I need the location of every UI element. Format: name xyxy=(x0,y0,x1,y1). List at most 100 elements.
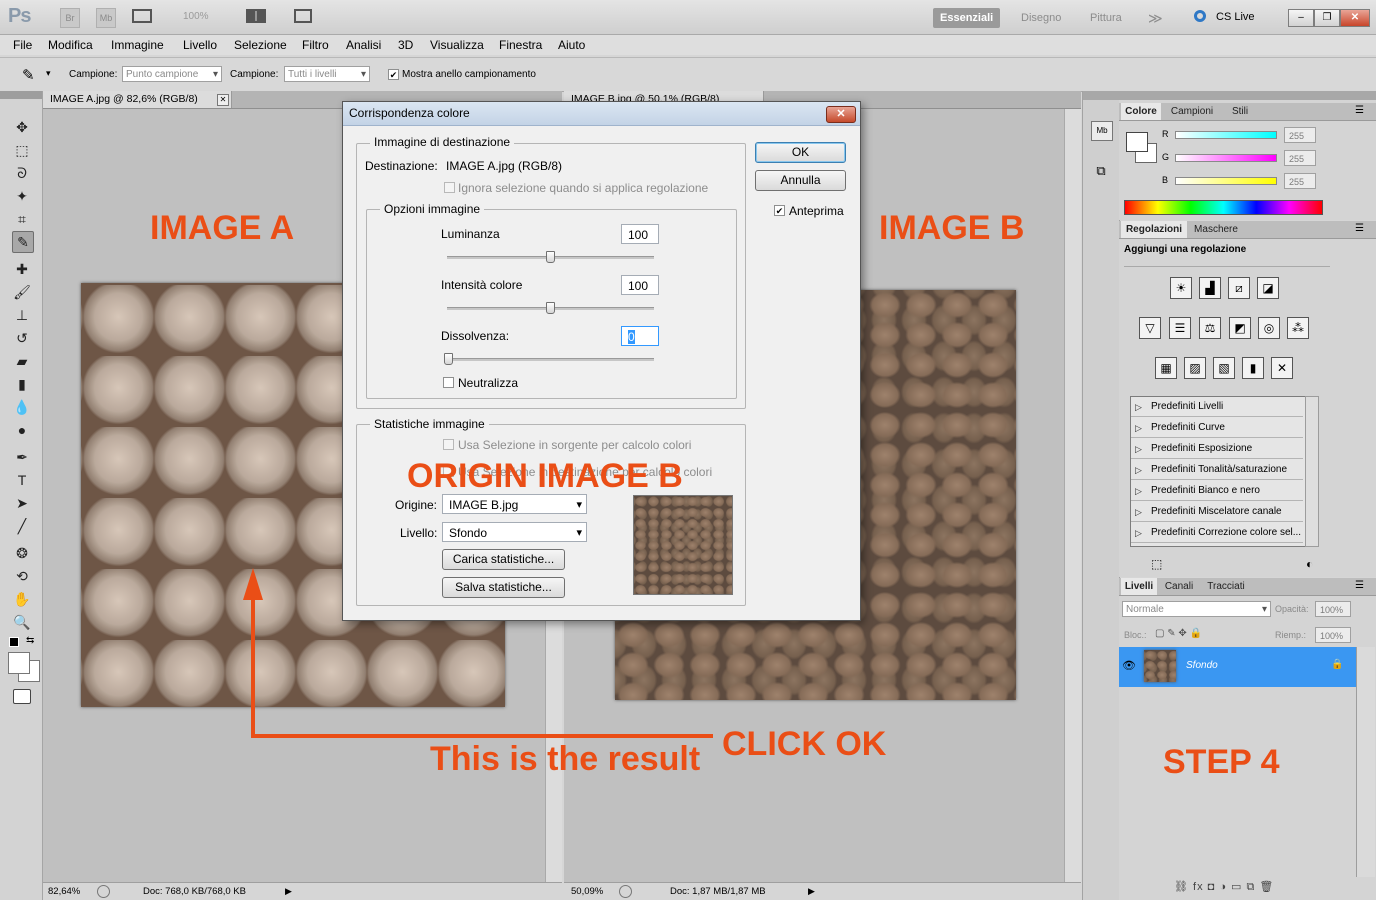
minimize-button[interactable]: – xyxy=(1288,9,1314,27)
preview-checkbox[interactable]: ✔ xyxy=(774,205,785,216)
3d-orbit-tool-icon[interactable]: ⟲ xyxy=(12,566,32,586)
foreground-color-chip[interactable] xyxy=(1126,132,1148,152)
status-info-icon[interactable] xyxy=(97,885,110,898)
eraser-tool-icon[interactable]: ▰ xyxy=(12,351,32,371)
menu-file[interactable]: File xyxy=(13,38,32,52)
quick-mask-icon[interactable] xyxy=(13,689,31,704)
mini-bridge-panel-icon[interactable]: Mb xyxy=(1091,121,1113,141)
curves-icon[interactable]: ⧄ xyxy=(1228,277,1250,299)
clip-icon[interactable]: ◐ xyxy=(1306,557,1313,571)
load-statistics-button[interactable]: Carica statistiche... xyxy=(442,549,565,570)
view-extras-icon[interactable] xyxy=(132,9,152,23)
preset-bianco-nero[interactable]: Predefiniti Bianco e nero xyxy=(1131,481,1303,501)
color-intensity-input[interactable]: 100 xyxy=(621,275,659,295)
menu-visualizza[interactable]: Visualizza xyxy=(430,38,484,52)
exposure-icon[interactable]: ◪ xyxy=(1257,277,1279,299)
hand-tool-icon[interactable]: ✋ xyxy=(12,589,32,609)
layers-scrollbar[interactable] xyxy=(1356,647,1375,877)
fade-slider-thumb[interactable] xyxy=(444,353,453,365)
channel-g-value[interactable]: 255 xyxy=(1284,150,1316,166)
zoom-readout[interactable]: 82,64% xyxy=(48,883,80,900)
dock-header[interactable] xyxy=(1083,91,1119,100)
pen-tool-icon[interactable]: ✒ xyxy=(12,447,32,467)
menu-modifica[interactable]: Modifica xyxy=(48,38,93,52)
ok-button[interactable]: OK xyxy=(755,142,846,163)
menu-3d[interactable]: 3D xyxy=(398,38,413,52)
eyedropper-tool-icon[interactable]: ✎ xyxy=(12,231,34,253)
status-menu-arrow-icon-b[interactable]: ▶ xyxy=(808,883,815,900)
return-to-list-icon[interactable]: ⬚ xyxy=(1151,557,1162,571)
fade-slider[interactable] xyxy=(447,358,654,361)
photo-filter-icon[interactable]: ◎ xyxy=(1258,317,1280,339)
zoom-level[interactable]: 100% xyxy=(183,11,209,22)
menu-livello[interactable]: Livello xyxy=(183,38,217,52)
quick-select-tool-icon[interactable]: ✦ xyxy=(12,186,32,206)
brush-tool-icon[interactable]: 🖌 xyxy=(12,282,32,302)
fill-value[interactable]: 100% xyxy=(1315,627,1351,643)
channel-b-slider[interactable] xyxy=(1175,177,1277,185)
menu-selezione[interactable]: Selezione xyxy=(234,38,287,52)
hue-saturation-icon[interactable]: ☰ xyxy=(1169,317,1191,339)
3d-rotate-tool-icon[interactable]: ❂ xyxy=(12,543,32,563)
vibrance-icon[interactable]: ▽ xyxy=(1139,317,1161,339)
tab-regolazioni[interactable]: Regolazioni xyxy=(1121,221,1187,238)
tab-livelli[interactable]: Livelli xyxy=(1121,578,1157,595)
arrange-documents-icon[interactable] xyxy=(246,9,266,23)
gradient-map-icon[interactable]: ▮ xyxy=(1242,357,1264,379)
panel-menu-icon[interactable]: ☰ xyxy=(1355,105,1364,116)
zoom-readout-b[interactable]: 50,09% xyxy=(571,883,603,900)
crop-tool-icon[interactable]: ⌗ xyxy=(12,209,32,229)
eye-icon[interactable]: 👁 xyxy=(1122,659,1136,673)
status-info-icon-b[interactable] xyxy=(619,885,632,898)
cs-live-icon[interactable] xyxy=(1194,10,1206,22)
dodge-tool-icon[interactable]: ● xyxy=(12,420,32,440)
channel-g-slider[interactable] xyxy=(1175,154,1277,162)
eyedropper-tool-preset-icon[interactable]: ✎ xyxy=(22,66,35,84)
menu-aiuto[interactable]: Aiuto xyxy=(558,38,585,52)
show-sampling-ring-checkbox[interactable]: ✔ xyxy=(388,69,399,80)
workspace-disegno[interactable]: Disegno xyxy=(1021,8,1061,28)
preset-curve[interactable]: Predefiniti Curve xyxy=(1131,418,1303,438)
menu-filtro[interactable]: Filtro xyxy=(302,38,329,52)
history-panel-icon[interactable]: ⧉ xyxy=(1091,163,1111,181)
sample-size-select[interactable]: Punto campione xyxy=(122,66,222,83)
blur-tool-icon[interactable]: 💧 xyxy=(12,397,32,417)
tab-image-a[interactable]: IMAGE A.jpg @ 82,6% (RGB/8) xyxy=(43,91,232,108)
sample-layers-select[interactable]: Tutti i livelli xyxy=(284,66,370,83)
bridge-button[interactable]: Br xyxy=(60,8,80,28)
ignore-selection-checkbox[interactable] xyxy=(444,182,455,193)
dialog-close-button[interactable]: ✕ xyxy=(826,106,856,123)
chevron-down-icon[interactable]: ▾ xyxy=(46,68,51,79)
zoom-tool-icon[interactable]: 🔍 xyxy=(12,612,32,632)
lasso-tool-icon[interactable]: ᘐ xyxy=(12,163,32,183)
channel-mixer-icon[interactable]: ⁂ xyxy=(1287,317,1309,339)
workspace-essenziali[interactable]: Essenziali xyxy=(933,8,1001,28)
source-select[interactable]: IMAGE B.jpg xyxy=(442,494,587,515)
screen-mode-icon[interactable] xyxy=(294,9,312,23)
tab-campioni[interactable]: Campioni xyxy=(1163,103,1221,120)
line-tool-icon[interactable]: ╱ xyxy=(12,516,32,536)
use-selection-source-checkbox[interactable] xyxy=(443,439,454,450)
history-brush-tool-icon[interactable]: ↺ xyxy=(12,328,32,348)
menu-finestra[interactable]: Finestra xyxy=(499,38,542,52)
layer-select[interactable]: Sfondo xyxy=(442,522,587,543)
more-workspaces-icon[interactable]: ≫ xyxy=(1148,8,1163,28)
threshold-icon[interactable]: ▧ xyxy=(1213,357,1235,379)
tab-tracciati[interactable]: Tracciati xyxy=(1201,578,1251,595)
luminance-input[interactable]: 100 xyxy=(621,224,659,244)
cs-live-menu[interactable]: CS Live xyxy=(1216,11,1255,23)
healing-brush-tool-icon[interactable]: ✚ xyxy=(12,259,32,279)
dialog-title-bar[interactable]: Corrispondenza colore xyxy=(343,102,860,126)
clone-stamp-tool-icon[interactable]: ⊥ xyxy=(12,305,32,325)
layers-footer-icons[interactable]: ⛓ fx ◘ ◑ ▭ ⧉ 🗑 xyxy=(1174,880,1274,894)
tab-stili[interactable]: Stili xyxy=(1223,103,1257,120)
cancel-button[interactable]: Annulla xyxy=(755,170,846,191)
default-colors-icon[interactable] xyxy=(9,637,19,647)
workspace-pittura[interactable]: Pittura xyxy=(1090,8,1122,28)
vertical-scrollbar-b[interactable] xyxy=(1064,109,1081,883)
gradient-tool-icon[interactable]: ▮ xyxy=(12,374,32,394)
panel-menu-icon-layers[interactable]: ☰ xyxy=(1355,580,1364,591)
status-menu-arrow-icon[interactable]: ▶ xyxy=(285,883,292,900)
neutralize-checkbox[interactable] xyxy=(443,377,454,388)
posterize-icon[interactable]: ▨ xyxy=(1184,357,1206,379)
